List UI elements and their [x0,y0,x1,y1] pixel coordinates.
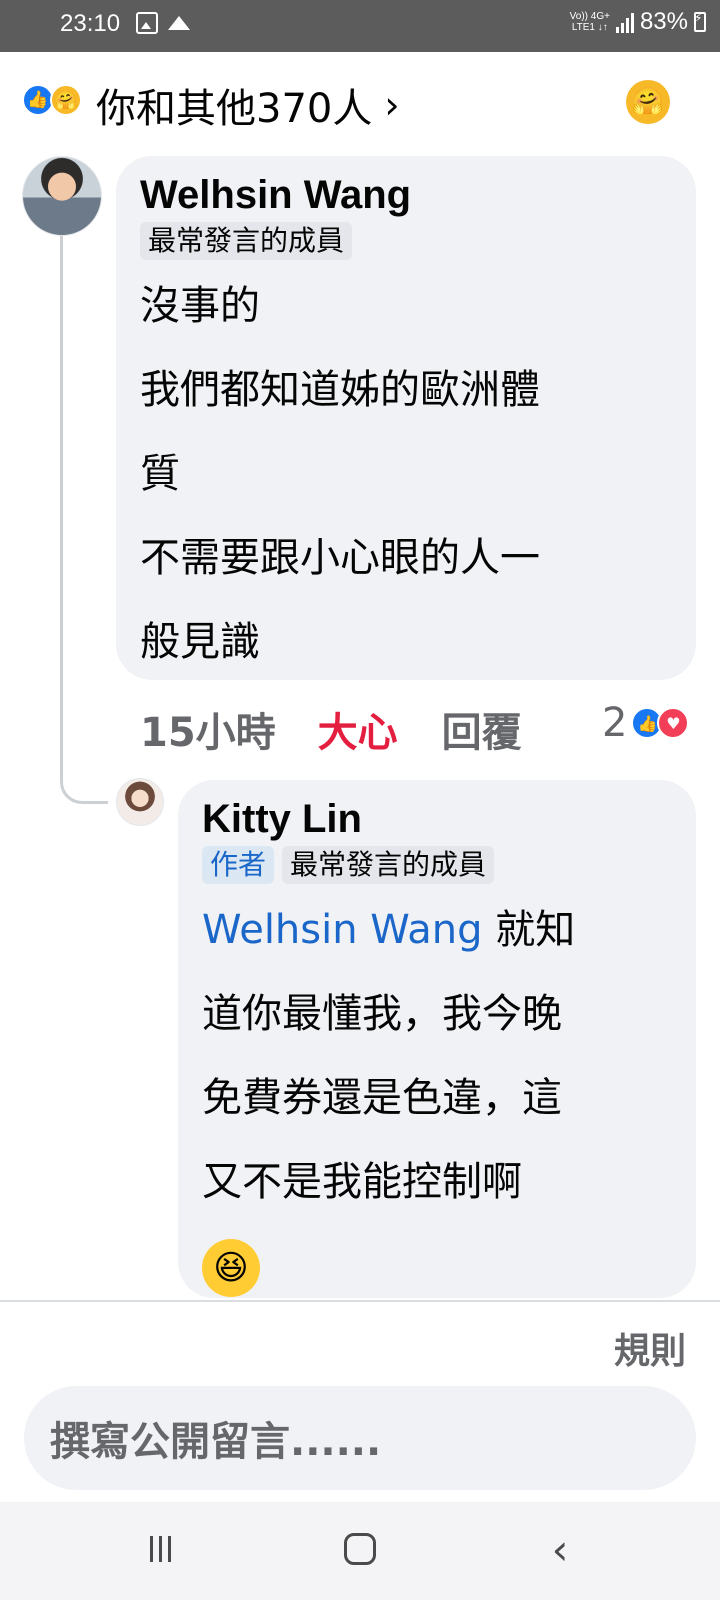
comment-author[interactable]: Welhsin Wang [140,170,672,220]
status-bar: 23:10 Vo)) 4G+ LTE1 ↓↑ 83% [0,0,720,52]
home-icon[interactable] [330,1524,390,1574]
battery-charging-icon [694,11,706,32]
battery-percent: 83% [639,8,688,35]
reaction-icons: 👍 🤗 [22,84,92,118]
love-icon: ♥ [657,707,690,739]
badge-top-contributor: 最常發言的成員 [140,222,353,260]
reply-line: 免費券還是色違，這 [202,1075,562,1121]
reaction-count-number: 2 [602,700,628,746]
avatar-welhsin-wang[interactable] [22,156,102,236]
recent-apps-icon[interactable] [130,1524,190,1574]
comment-reaction-count[interactable]: 2 👍 ♥ [602,700,690,746]
avatar-kitty-lin[interactable] [116,778,164,826]
comment-line: 沒事的 [140,283,260,329]
comment-line: 不需要跟小心眼的人一 [140,535,540,581]
reply-bubble[interactable]: Kitty Lin 作者 最常發言的成員 Welhsin Wang 就知 道你最… [178,780,696,1298]
reply-line: 道你最懂我，我今晚 [202,991,562,1037]
comment-timestamp: 15小時 [140,710,276,756]
system-navigation-bar: ‹ [0,1502,720,1600]
public-comment-input[interactable]: 撰寫公開留言...... [24,1386,696,1490]
reply-text: Welhsin Wang 就知 道你最懂我，我今晚 免費券還是色違，這 又不是我… [202,888,672,1308]
signal-strength-icon [615,11,634,33]
reply-author[interactable]: Kitty Lin [202,794,672,844]
footer-divider [0,1300,720,1302]
comment-text: 沒事的 我們都知道姊的歐洲體 質 不需要跟小心眼的人一 般見識 [140,264,672,684]
care-reaction-button-icon[interactable]: 🤗 [626,80,670,124]
badge-author: 作者 [202,846,275,884]
reaction-summary-text: 你和其他370人 [96,86,373,132]
chevron-right-icon: › [384,83,400,127]
image-notification-icon [168,16,190,30]
author-badges: 作者 最常發言的成員 [202,846,672,884]
reaction-button-love[interactable]: 大心 [318,700,398,758]
comment-bubble[interactable]: Welhsin Wang 最常發言的成員 沒事的 我們都知道姊的歐洲體 質 不需… [116,156,696,680]
reactions-header[interactable]: 👍 🤗 你和其他370人 › 🤗 [0,52,720,148]
reply-line: 又不是我能控制啊 [202,1159,522,1205]
reply-line: 😆 [202,1224,672,1308]
back-icon[interactable]: ‹ [530,1524,590,1574]
network-top-text: Vo)) 4G+ [569,11,610,22]
comment-actions: 15小時 大心 回覆 2 👍 ♥ [140,700,700,758]
comment-line: 般見識 [140,619,260,665]
comment-line: 我們都知道姊的歐洲體 [140,367,540,413]
reply-line: Welhsin Wang 就知 [202,888,672,972]
care-icon: 🤗 [50,84,82,116]
grinning-squint-emoji-icon: 😆 [202,1239,260,1297]
badge-top-contributor: 最常發言的成員 [282,846,495,884]
reply-line-text: 就知 [482,907,576,953]
rules-link[interactable]: 規則 [614,1322,686,1374]
status-time: 23:10 [60,10,121,37]
gallery-notification-icon [136,12,158,34]
comment-line: 質 [140,451,180,497]
reply-button[interactable]: 回覆 [442,700,522,758]
author-badges: 最常發言的成員 [140,222,672,260]
network-bottom-text: LTE1 ↓↑ [571,22,608,33]
reaction-summary-link[interactable]: 你和其他370人 › [96,76,400,134]
status-right-group: Vo)) 4G+ LTE1 ↓↑ 83% [570,8,706,36]
reply-thread-line [60,236,108,804]
network-indicator: Vo)) 4G+ LTE1 ↓↑ [570,11,610,33]
mention-link[interactable]: Welhsin Wang [202,907,483,953]
